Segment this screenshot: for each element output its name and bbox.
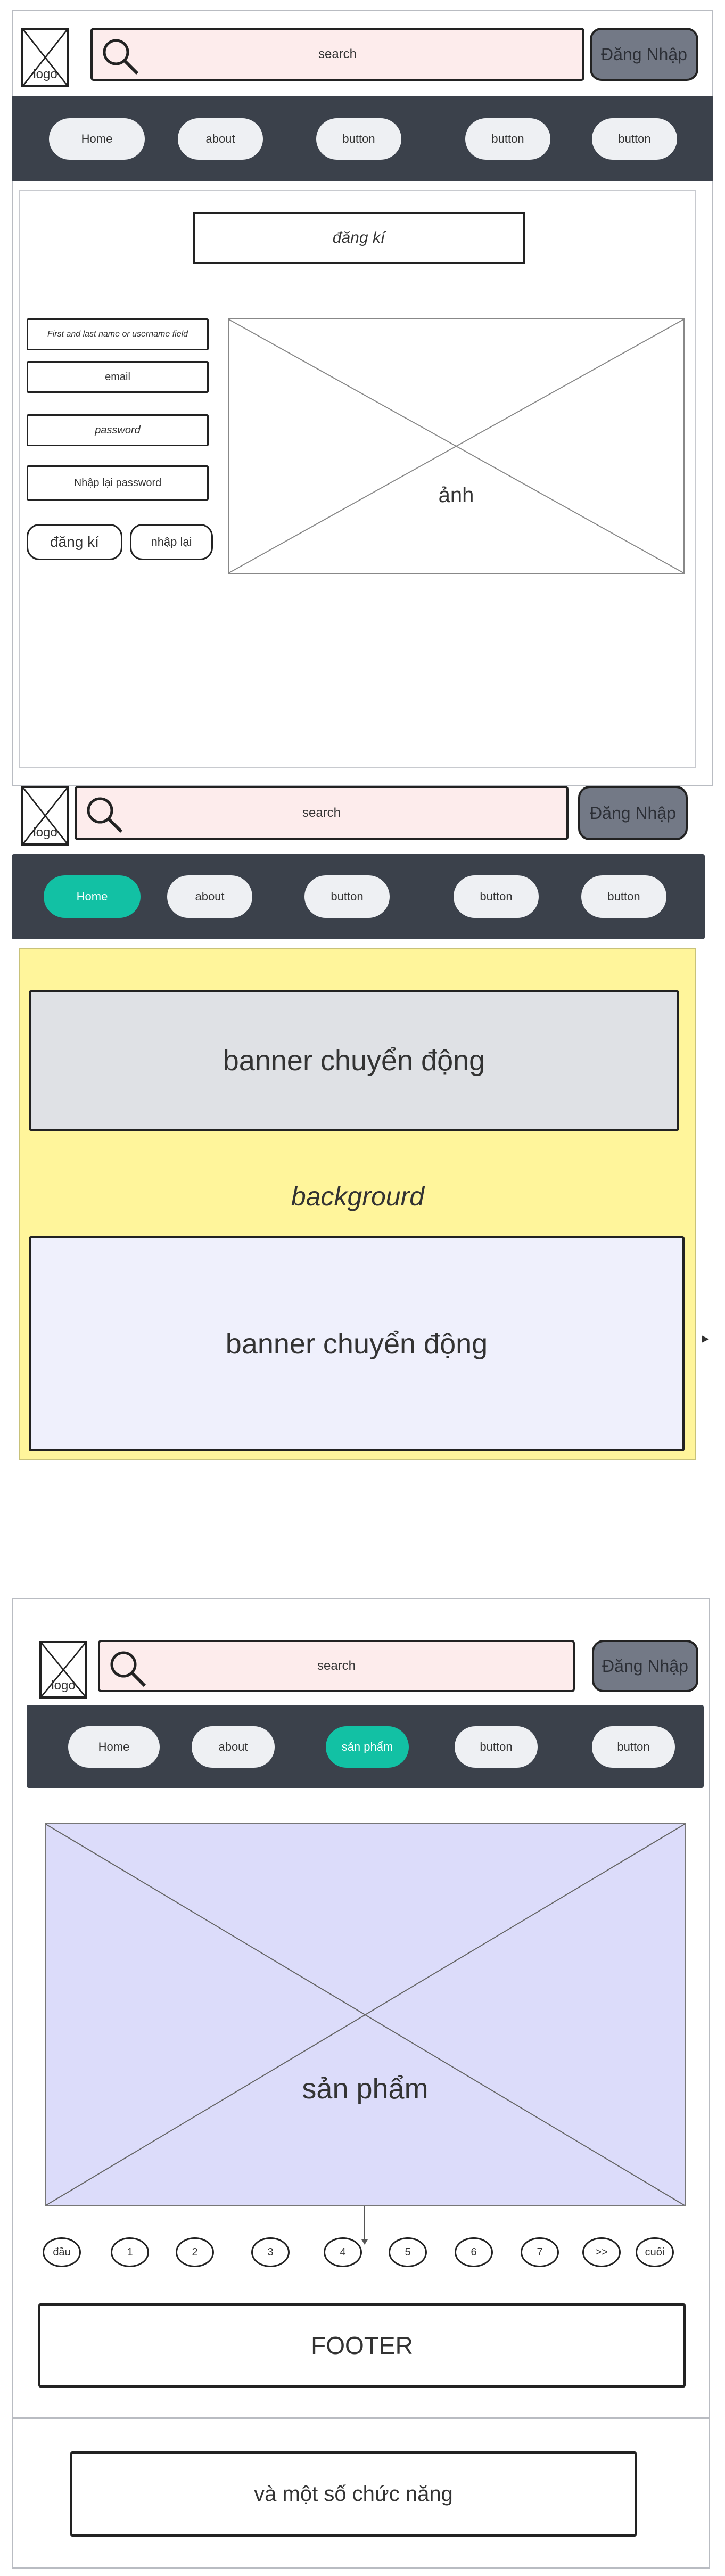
nav-button-1[interactable]: button [304, 875, 390, 918]
screen3-logo: logo [39, 1641, 87, 1699]
screen1-logo: logo [21, 28, 69, 87]
screen1-login-button[interactable]: Đăng Nhập [590, 28, 698, 81]
page-last[interactable]: cuối [636, 2237, 674, 2267]
collapse-arrow-icon[interactable] [702, 1335, 709, 1343]
nav-button-2[interactable]: button [592, 1726, 675, 1768]
username-field[interactable]: First and last name or username field [27, 318, 209, 350]
password-field[interactable]: password [27, 414, 209, 446]
screen3-nav-bar: Home about sản phẩm button button [27, 1705, 704, 1788]
register-button[interactable]: đăng kí [27, 524, 122, 560]
extra-features-box: và một số chức năng [70, 2451, 637, 2537]
screen1-search-bar[interactable]: search [90, 28, 584, 81]
pagination: đầu 1 2 3 4 5 6 7 >> cuối [0, 2236, 725, 2268]
footer: FOOTER [38, 2303, 686, 2388]
screen3-login-button[interactable]: Đăng Nhập [592, 1640, 698, 1692]
page-4[interactable]: 4 [324, 2237, 362, 2267]
screen2-logo: logo [21, 786, 69, 846]
logo-label: logo [33, 825, 57, 840]
nav-button-2[interactable]: button [465, 118, 550, 160]
logo-label: logo [33, 67, 57, 81]
banner-top[interactable]: banner chuyển động [29, 990, 679, 1131]
screen2-login-button[interactable]: Đăng Nhập [578, 786, 688, 840]
logo-label: logo [51, 1678, 76, 1693]
screen1-nav-bar: Home about button button button [12, 96, 713, 181]
nav-home[interactable]: Home [49, 118, 145, 160]
nav-home[interactable]: Home [68, 1726, 160, 1768]
product-placeholder: sản phẩm [45, 1823, 686, 2206]
screen3-search-bar[interactable]: search [98, 1640, 575, 1692]
search-placeholder: search [302, 806, 341, 820]
nav-about[interactable]: about [178, 118, 263, 160]
search-placeholder: search [317, 1659, 356, 1673]
email-field[interactable]: email [27, 361, 209, 393]
nav-home[interactable]: Home [44, 875, 141, 918]
search-placeholder: search [318, 47, 357, 61]
page-3[interactable]: 3 [251, 2237, 290, 2267]
reset-button[interactable]: nhập lại [130, 524, 213, 560]
page-5[interactable]: 5 [389, 2237, 427, 2267]
page-first[interactable]: đầu [43, 2237, 81, 2267]
confirm-password-field[interactable]: Nhập lại password [27, 465, 209, 501]
nav-about[interactable]: about [192, 1726, 275, 1768]
background-label: backgrourd [291, 1182, 425, 1211]
page-7[interactable]: 7 [521, 2237, 559, 2267]
nav-button-1[interactable]: button [455, 1726, 538, 1768]
nav-button-3[interactable]: button [592, 118, 677, 160]
background-area: banner chuyển động backgrourd banner chu… [19, 948, 696, 1460]
nav-products[interactable]: sản phẩm [326, 1726, 409, 1768]
screen2-search-bar[interactable]: search [75, 786, 569, 840]
image-placeholder: ảnh [228, 318, 685, 574]
nav-button-1[interactable]: button [316, 118, 401, 160]
page-6[interactable]: 6 [455, 2237, 493, 2267]
banner-bottom[interactable]: banner chuyển động [29, 1236, 685, 1451]
register-panel: đăng kí First and last name or username … [19, 190, 696, 768]
page-2[interactable]: 2 [176, 2237, 214, 2267]
screen2-nav-bar: Home about button button button [12, 854, 705, 939]
page-next[interactable]: >> [582, 2237, 621, 2267]
nav-button-3[interactable]: button [581, 875, 666, 918]
page-1[interactable]: 1 [111, 2237, 149, 2267]
image-label: ảnh [438, 483, 474, 507]
nav-button-2[interactable]: button [454, 875, 539, 918]
product-label: sản phẩm [302, 2073, 429, 2105]
register-title: đăng kí [193, 212, 525, 264]
nav-about[interactable]: about [167, 875, 252, 918]
